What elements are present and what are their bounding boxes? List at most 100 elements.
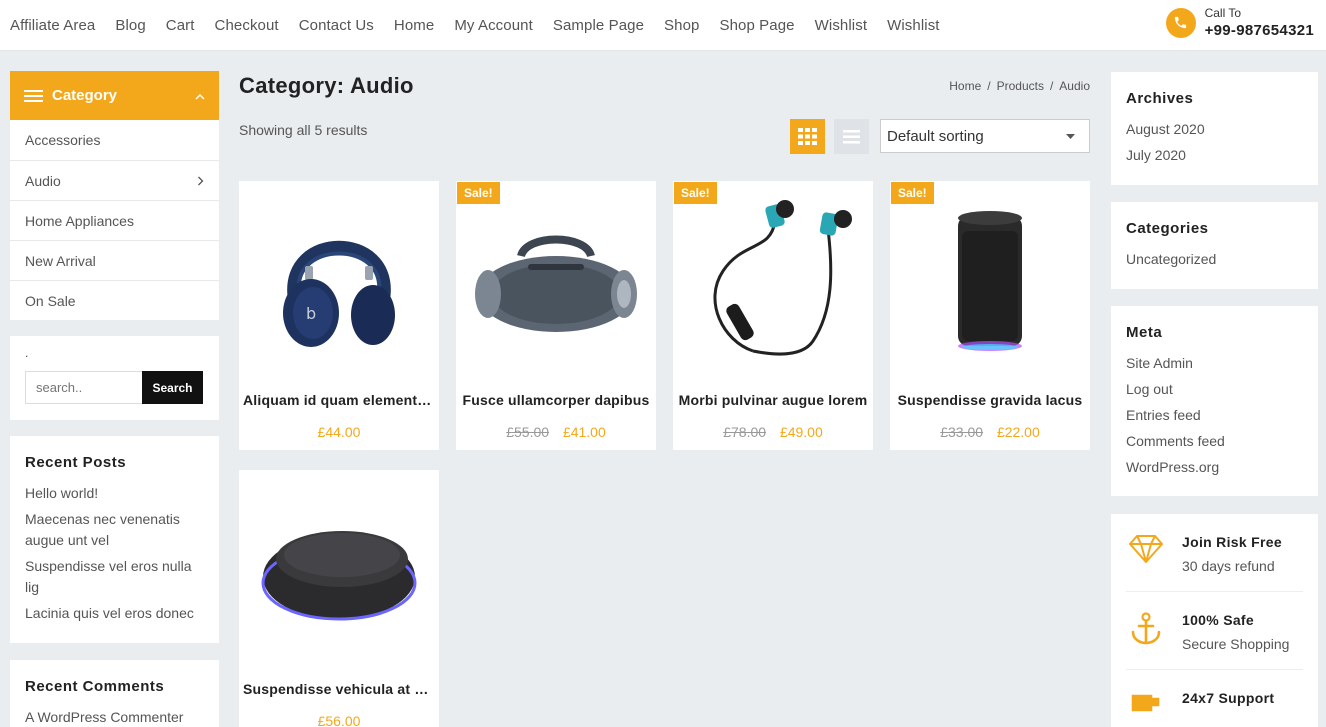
category-menu: Category Accessories Audio Home Applianc… [10, 71, 219, 320]
product-card[interactable]: Sale! Morbi pulvinar augue lorem £78.00 … [673, 181, 873, 450]
recent-post-link[interactable]: Suspendisse vel eros nulla lig [25, 556, 204, 598]
product-card[interactable]: Sale! Fusce ullamcorper dapibus £55.00 £… [456, 181, 656, 450]
breadcrumb-products[interactable]: Products [997, 79, 1044, 93]
meta-link-wordpress-org[interactable]: WordPress.org [1126, 457, 1303, 478]
product-card[interactable]: Suspendisse vehicula at dui £56.00 [239, 470, 439, 727]
call-to: Call To +99-987654321 [1165, 6, 1314, 39]
search-widget-title: . [25, 346, 29, 360]
category-link[interactable]: Uncategorized [1126, 249, 1303, 270]
product-image-headphones[interactable]: b [239, 181, 439, 381]
product-price: £55.00 £41.00 [456, 424, 656, 440]
meta-link-site-admin[interactable]: Site Admin [1126, 353, 1303, 374]
breadcrumb: Home / Products / Audio [949, 79, 1090, 93]
product-card[interactable]: Sale! Suspendisse gravida lacus £33.00 £… [890, 181, 1090, 450]
category-item-audio[interactable]: Audio [10, 160, 219, 200]
svg-text:b: b [306, 304, 316, 323]
archive-link[interactable]: August 2020 [1126, 119, 1303, 140]
recent-comments-widget: Recent Comments A WordPress Commenter [10, 660, 219, 727]
chevron-right-icon [197, 173, 204, 189]
nav-link-wishlist-2[interactable]: Wishlist [887, 17, 939, 34]
product-price: £78.00 £49.00 [673, 424, 873, 440]
sale-badge: Sale! [891, 182, 934, 204]
categories-title: Categories [1126, 220, 1209, 237]
sort-selected-value: Default sorting [887, 127, 984, 145]
nav-link-wishlist[interactable]: Wishlist [815, 17, 867, 34]
meta-link-comments-feed[interactable]: Comments feed [1126, 431, 1303, 452]
price-original: £33.00 [940, 424, 984, 440]
category-item-home-appliances[interactable]: Home Appliances [10, 200, 219, 240]
recent-post-link[interactable]: Hello world! [25, 483, 204, 504]
nav-link-checkout[interactable]: Checkout [215, 17, 279, 34]
feature-item: Join Risk Free 30 days refund [1126, 514, 1303, 592]
features-widget: Join Risk Free 30 days refund 100% Safe … [1111, 514, 1318, 727]
nav-link-affiliate-area[interactable]: Affiliate Area [10, 17, 95, 34]
nav-link-cart[interactable]: Cart [166, 17, 195, 34]
phone-icon [1165, 7, 1196, 38]
product-image-speaker[interactable] [456, 181, 656, 381]
nav-link-sample-page[interactable]: Sample Page [553, 17, 644, 34]
anchor-icon [1126, 612, 1166, 652]
sale-badge: Sale! [674, 182, 717, 204]
categories-widget: Categories Uncategorized [1111, 202, 1318, 289]
nav-link-shop-page[interactable]: Shop Page [719, 17, 794, 34]
recent-posts-widget: Recent Posts Hello world! Maecenas nec v… [10, 436, 219, 643]
recent-post-link[interactable]: Lacinia quis vel eros donec [25, 603, 204, 624]
list-view-button[interactable] [834, 119, 869, 154]
breadcrumb-home[interactable]: Home [949, 79, 981, 93]
archive-link[interactable]: July 2020 [1126, 145, 1303, 166]
caret-down-icon [1066, 131, 1075, 141]
category-item-on-sale[interactable]: On Sale [10, 280, 219, 320]
product-image-earphones[interactable] [673, 181, 873, 381]
product-image-wireless-charger[interactable] [239, 470, 439, 670]
call-label: Call To [1204, 6, 1242, 20]
nav-link-blog[interactable]: Blog [115, 17, 145, 34]
product-price: £33.00 £22.00 [890, 424, 1090, 440]
product-name[interactable]: Morbi pulvinar augue lorem [673, 392, 873, 408]
recent-post-link[interactable]: Maecenas nec venenatis augue unt vel [25, 509, 204, 551]
category-header[interactable]: Category [10, 71, 219, 120]
product-image-cylinder-speaker[interactable] [890, 181, 1090, 381]
meta-widget: Meta Site Admin Log out Entries feed Com… [1111, 306, 1318, 496]
nav-link-home[interactable]: Home [394, 17, 434, 34]
recent-comments-title: Recent Comments [25, 678, 165, 695]
price-original: £55.00 [506, 424, 550, 440]
meta-link-log-out[interactable]: Log out [1126, 379, 1303, 400]
feature-title: Join Risk Free [1182, 534, 1282, 550]
feature-subtitle: 30 days refund [1182, 558, 1275, 574]
feature-item: 100% Safe Secure Shopping [1126, 592, 1303, 670]
search-input[interactable] [25, 371, 142, 404]
product-name[interactable]: Aliquam id quam elementum [239, 392, 439, 408]
nav-link-contact-us[interactable]: Contact Us [299, 17, 374, 34]
category-title: Category [52, 87, 118, 104]
page-title: Category: Audio [239, 73, 414, 98]
breadcrumb-separator: / [987, 79, 991, 93]
archives-widget: Archives August 2020 July 2020 [1111, 72, 1318, 185]
product-card[interactable]: b Aliquam id quam elementum £44.00 [239, 181, 439, 450]
feature-title: 24x7 Support [1182, 690, 1275, 706]
product-price: £44.00 [239, 424, 439, 440]
nav-link-my-account[interactable]: My Account [454, 17, 533, 34]
grid-view-button[interactable] [790, 119, 825, 154]
price-current: £56.00 [317, 713, 361, 727]
search-button[interactable]: Search [142, 371, 203, 404]
result-count: Showing all 5 results [239, 122, 368, 138]
product-name[interactable]: Fusce ullamcorper dapibus [456, 392, 656, 408]
call-number[interactable]: +99-987654321 [1205, 22, 1314, 39]
breadcrumb-current: Audio [1059, 79, 1090, 93]
feature-item: 24x7 Support [1126, 670, 1303, 727]
category-item-accessories[interactable]: Accessories [10, 120, 219, 160]
price-original: £78.00 [723, 424, 767, 440]
nav-link-shop[interactable]: Shop [664, 17, 699, 34]
breadcrumb-separator: / [1049, 79, 1054, 93]
product-name[interactable]: Suspendisse vehicula at dui [239, 681, 439, 697]
category-item-new-arrival[interactable]: New Arrival [10, 240, 219, 280]
support-icon [1126, 690, 1166, 727]
recent-posts-title: Recent Posts [25, 454, 127, 471]
chevron-up-icon[interactable] [195, 89, 205, 103]
sort-select[interactable]: Default sorting [880, 119, 1090, 153]
price-current: £44.00 [317, 424, 361, 440]
product-name[interactable]: Suspendisse gravida lacus [890, 392, 1090, 408]
meta-link-entries-feed[interactable]: Entries feed [1126, 405, 1303, 426]
recent-comment-link[interactable]: A WordPress Commenter [25, 707, 204, 727]
top-nav: Affiliate Area Blog Cart Checkout Contac… [10, 0, 940, 51]
